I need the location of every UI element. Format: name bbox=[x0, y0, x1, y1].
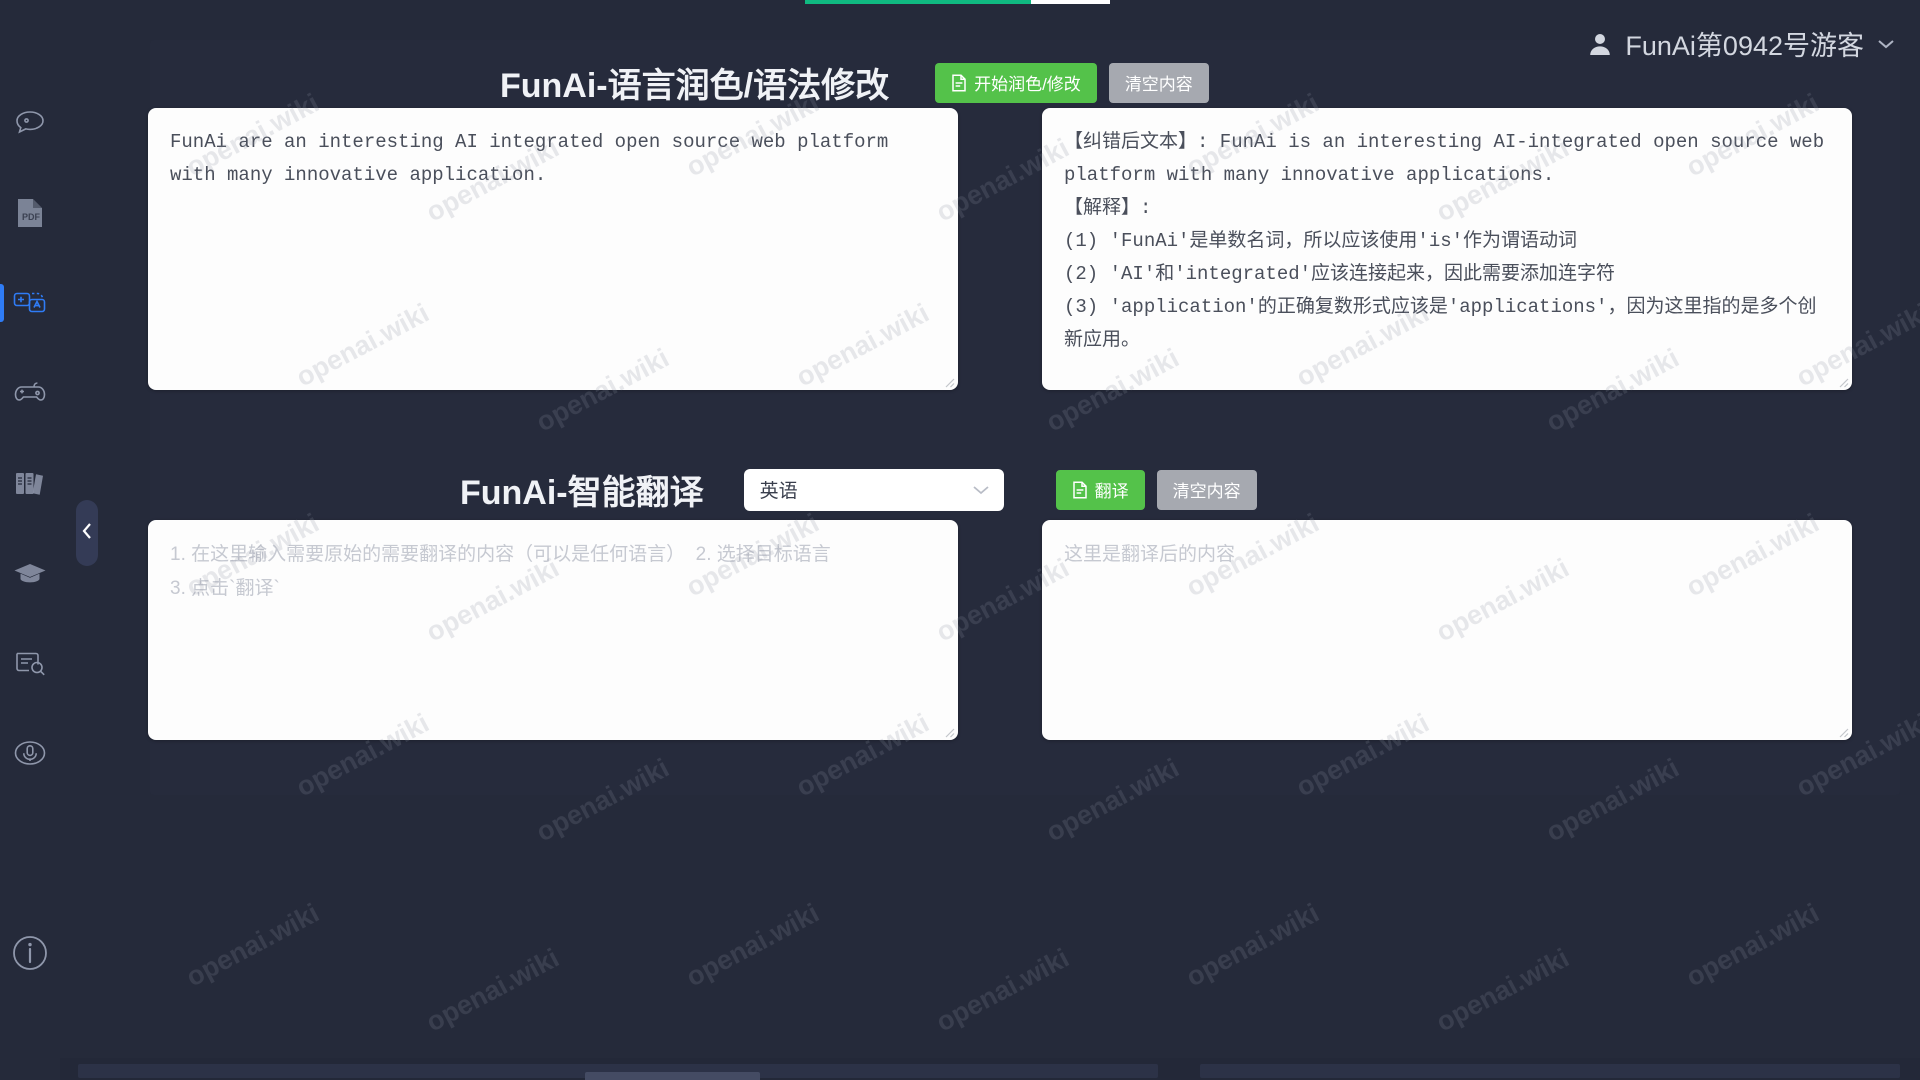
translate-run-label: 翻译 bbox=[1094, 482, 1129, 501]
resize-grip-icon[interactable] bbox=[941, 724, 955, 738]
sidebar-item-voice[interactable] bbox=[0, 708, 60, 798]
watermark-text: openai.wiki bbox=[931, 942, 1074, 1038]
translate-clear-button[interactable]: 清空内容 bbox=[1156, 469, 1257, 510]
polish-input-textarea[interactable]: FunAi are an interesting AI integrated o… bbox=[148, 108, 958, 390]
resize-grip-icon[interactable] bbox=[941, 374, 955, 388]
user-account-menu[interactable]: FunAi第0942号游客 bbox=[1587, 24, 1896, 63]
polish-title: FunAi-语言润色/语法修改 bbox=[500, 67, 890, 105]
watermark-text: openai.wiki bbox=[1681, 897, 1824, 993]
microphone-icon bbox=[11, 738, 49, 768]
polish-input-text: FunAi are an interesting AI integrated o… bbox=[170, 131, 900, 186]
target-language-select[interactable]: 英语 bbox=[743, 468, 1004, 511]
document-search-icon bbox=[13, 648, 47, 678]
sidebar-item-document-search[interactable] bbox=[0, 618, 60, 708]
document-icon bbox=[951, 73, 967, 92]
bottom-strip-segment bbox=[1200, 1064, 1900, 1078]
translate-input-textarea[interactable]: 1. 在这里输入需要原始的需要翻译的内容（可以是任何语言） 2. 选择目标语言 … bbox=[148, 520, 958, 740]
page-load-progress-fill bbox=[805, 0, 1031, 4]
sidebar-item-education[interactable] bbox=[0, 528, 60, 618]
chevron-down-icon bbox=[1876, 37, 1896, 51]
resize-grip-icon[interactable] bbox=[1835, 374, 1849, 388]
sidebar-collapse-handle[interactable] bbox=[76, 500, 98, 566]
pdf-file-icon: PDF bbox=[14, 196, 46, 230]
document-icon bbox=[1072, 480, 1088, 499]
chat-bubble-icon bbox=[13, 108, 47, 138]
translate-section-header: FunAi-智能翻译 英语 翻译 清空内容 bbox=[460, 465, 1257, 514]
sidebar: PDF bbox=[0, 0, 60, 1080]
polish-run-button[interactable]: 开始润色/修改 bbox=[935, 62, 1097, 103]
translate-title: FunAi-智能翻译 bbox=[460, 474, 704, 512]
books-library-icon bbox=[13, 468, 47, 498]
user-icon bbox=[1587, 31, 1613, 57]
translate-output-placeholder: 这里是翻译后的内容 bbox=[1064, 544, 1236, 565]
polish-section-header: FunAi-语言润色/语法修改 开始润色/修改 清空内容 bbox=[500, 58, 1209, 107]
watermark-text: openai.wiki bbox=[1181, 897, 1324, 993]
watermark-text: openai.wiki bbox=[181, 897, 324, 993]
horizontal-scrollbar-thumb[interactable] bbox=[585, 1072, 760, 1080]
polish-output-textarea[interactable]: 【纠错后文本】: FunAi is an interesting AI-inte… bbox=[1042, 108, 1852, 390]
sidebar-item-info[interactable] bbox=[0, 920, 60, 990]
chevron-down-icon bbox=[972, 484, 990, 496]
translate-run-button[interactable]: 翻译 bbox=[1055, 469, 1145, 510]
sidebar-item-game[interactable] bbox=[0, 348, 60, 438]
translate-input-placeholder: 1. 在这里输入需要原始的需要翻译的内容（可以是任何语言） 2. 选择目标语言 … bbox=[170, 544, 831, 599]
target-language-value: 英语 bbox=[759, 481, 798, 502]
polish-run-label: 开始润色/修改 bbox=[974, 75, 1081, 94]
game-controller-icon bbox=[12, 380, 48, 406]
polish-clear-label: 清空内容 bbox=[1124, 75, 1193, 94]
page-load-progress-bar bbox=[805, 0, 1110, 4]
resize-grip-icon[interactable] bbox=[1835, 724, 1849, 738]
user-name-label: FunAi第0942号游客 bbox=[1625, 31, 1864, 61]
watermark-text: openai.wiki bbox=[681, 897, 824, 993]
translate-output-textarea[interactable]: 这里是翻译后的内容 bbox=[1042, 520, 1852, 740]
polish-clear-button[interactable]: 清空内容 bbox=[1108, 62, 1209, 103]
app-root: PDF FunAi第0942号游客 FunAi-语言润色/语法修改 开始润色/修… bbox=[0, 0, 1920, 1080]
translate-clear-label: 清空内容 bbox=[1172, 482, 1241, 501]
watermark-text: openai.wiki bbox=[1431, 942, 1574, 1038]
chevron-left-icon bbox=[81, 522, 93, 545]
sidebar-item-language-tools[interactable] bbox=[0, 258, 60, 348]
sidebar-item-library[interactable] bbox=[0, 438, 60, 528]
svg-text:PDF: PDF bbox=[22, 212, 41, 222]
graduation-cap-icon bbox=[12, 559, 48, 587]
sidebar-item-pdf[interactable]: PDF bbox=[0, 168, 60, 258]
translate-language-icon bbox=[12, 288, 48, 318]
watermark-text: openai.wiki bbox=[421, 942, 564, 1038]
bottom-scrollbar-strip[interactable] bbox=[0, 1058, 1920, 1080]
sidebar-icon-list: PDF bbox=[0, 78, 60, 798]
info-icon bbox=[9, 932, 51, 979]
sidebar-item-chat[interactable] bbox=[0, 78, 60, 168]
polish-output-text: 【纠错后文本】: FunAi is an interesting AI-inte… bbox=[1064, 131, 1825, 351]
